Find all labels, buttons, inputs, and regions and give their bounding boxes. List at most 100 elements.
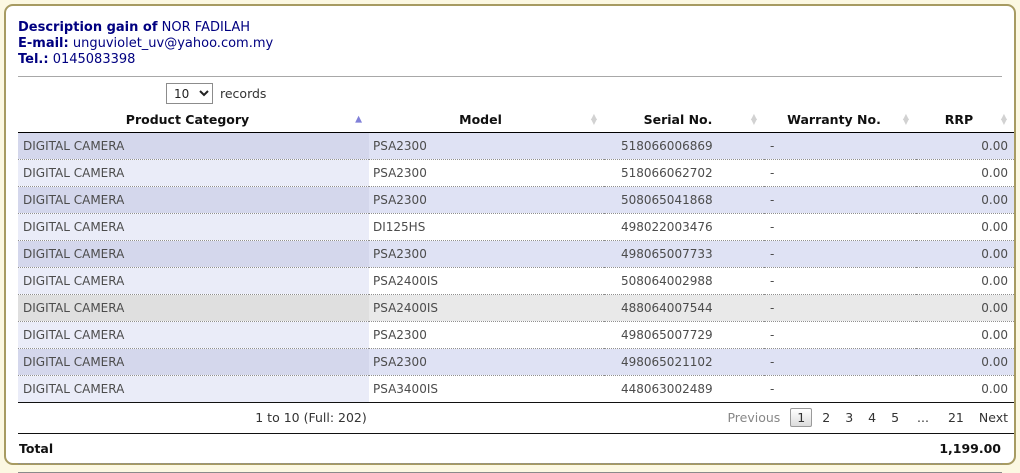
pagination-cell: Previous 1 2 3 4 5... 21 Next: [604, 402, 1014, 434]
description-line: Description gain of NOR FADILAH: [18, 20, 1006, 36]
email-label: E-mail:: [18, 36, 69, 51]
email-value: unguviolet_uv@yahoo.com.my: [72, 36, 274, 51]
pagination: Previous 1 2 3 4 5... 21 Next: [717, 408, 1013, 427]
sort-both-icon: ▲ ▼: [590, 112, 597, 126]
rrp-cell: 0.00: [916, 213, 1014, 241]
warranty-cell: -: [764, 159, 916, 187]
warranty-cell: -: [764, 375, 916, 403]
tel-value: 0145083398: [52, 52, 136, 67]
warranty-cell: -: [764, 294, 916, 322]
rrp-cell: 0.00: [916, 132, 1014, 160]
column-label: Model: [459, 112, 502, 127]
records-label: records: [220, 86, 267, 101]
column-header-model[interactable]: Model ▲ ▼: [369, 108, 604, 133]
report-panel: Description gain of NOR FADILAH E-mail: …: [4, 4, 1016, 473]
sort-both-icon: ▲ ▼: [750, 112, 757, 126]
rrp-cell: 0.00: [916, 267, 1014, 295]
category-cell: DIGITAL CAMERA: [18, 132, 369, 160]
table-row: DIGITAL CAMERA PSA2300 498065007729-0.00: [18, 321, 1014, 349]
warranty-cell: -: [764, 240, 916, 268]
total-label: Total: [19, 441, 54, 456]
total-value: 1,199.00: [939, 441, 1001, 456]
pagination-info: 1 to 10 (Full: 202): [18, 402, 604, 434]
description-label: Description gain of: [18, 20, 158, 35]
column-header-warranty-no[interactable]: Warranty No. ▲ ▼: [764, 108, 916, 133]
table-row: DIGITAL CAMERA PSA2400IS 488064007544-0.00: [18, 294, 1014, 322]
page-button-21[interactable]: 21: [943, 409, 969, 426]
rrp-cell: 0.00: [916, 159, 1014, 187]
category-cell: DIGITAL CAMERA: [18, 267, 369, 295]
model-cell: PSA2400IS: [369, 267, 604, 295]
serial-cell: 518066062702: [604, 159, 764, 187]
warranty-cell: -: [764, 213, 916, 241]
serial-cell: 498065007729: [604, 321, 764, 349]
records-table: Product Category ▲ Model ▲ ▼ Serial No. ▲ ▼ Warr…: [18, 108, 1014, 434]
sort-both-icon: ▲ ▼: [902, 112, 909, 126]
warranty-cell: -: [764, 348, 916, 376]
total-row: Total 1,199.00: [18, 434, 1002, 464]
tel-label: Tel.:: [18, 52, 49, 67]
page-button-1[interactable]: 1: [790, 408, 813, 427]
email-line: E-mail: unguviolet_uv@yahoo.com.my: [18, 36, 1006, 52]
customer-name: NOR FADILAH: [161, 20, 251, 35]
column-label: Product Category: [125, 112, 250, 127]
warranty-cell: -: [764, 186, 916, 214]
previous-page-button[interactable]: Previous: [722, 409, 785, 426]
category-cell: DIGITAL CAMERA: [18, 159, 369, 187]
contact-info: Description gain of NOR FADILAH E-mail: …: [18, 20, 1006, 68]
model-cell: PSA2300: [369, 321, 604, 349]
model-cell: DI125HS: [369, 213, 604, 241]
model-cell: PSA2300: [369, 240, 604, 268]
table-row: DIGITAL CAMERA PSA2300 518066006869-0.00: [18, 132, 1014, 160]
rrp-cell: 0.00: [916, 321, 1014, 349]
table-row: DIGITAL CAMERA PSA3400IS 448063002489-0.00: [18, 375, 1014, 403]
rrp-cell: 0.00: [916, 186, 1014, 214]
column-label: Serial No.: [643, 112, 713, 127]
serial-cell: 508064002988: [604, 267, 764, 295]
warranty-cell: -: [764, 267, 916, 295]
page-button-5[interactable]: 5: [886, 409, 904, 426]
model-cell: PSA2400IS: [369, 294, 604, 322]
page-button-4[interactable]: 4: [863, 409, 881, 426]
table-row: DIGITAL CAMERA PSA2300 508065041868-0.00: [18, 186, 1014, 214]
warranty-cell: -: [764, 132, 916, 160]
category-cell: DIGITAL CAMERA: [18, 186, 369, 214]
pagination-ellipsis: ...: [917, 410, 929, 425]
table-row: DIGITAL CAMERA PSA2400IS 508064002988-0.00: [18, 267, 1014, 295]
serial-cell: 488064007544: [604, 294, 764, 322]
serial-cell: 498065021102: [604, 348, 764, 376]
table-header: Product Category ▲ Model ▲ ▼ Serial No. ▲ ▼ Warr…: [18, 108, 1014, 133]
rrp-cell: 0.00: [916, 348, 1014, 376]
model-cell: PSA3400IS: [369, 375, 604, 403]
rrp-cell: 0.00: [916, 375, 1014, 403]
serial-cell: 498022003476: [604, 213, 764, 241]
header-row: Product Category ▲ Model ▲ ▼ Serial No. ▲ ▼ Warr…: [18, 108, 1014, 133]
table-row: DIGITAL CAMERA PSA2300 498065021102-0.00: [18, 348, 1014, 376]
category-cell: DIGITAL CAMERA: [18, 375, 369, 403]
rrp-cell: 0.00: [916, 294, 1014, 322]
model-cell: PSA2300: [369, 186, 604, 214]
table-row: DIGITAL CAMERA PSA2300 498065007733-0.00: [18, 240, 1014, 268]
model-cell: PSA2300: [369, 132, 604, 160]
model-cell: PSA2300: [369, 159, 604, 187]
column-header-rrp[interactable]: RRP ▲ ▼: [916, 108, 1014, 133]
column-header-serial-no[interactable]: Serial No. ▲ ▼: [604, 108, 764, 133]
table-row: DIGITAL CAMERA DI125HS 498022003476-0.00: [18, 213, 1014, 241]
serial-cell: 448063002489: [604, 375, 764, 403]
next-page-button[interactable]: Next: [974, 409, 1013, 426]
model-cell: PSA2300: [369, 348, 604, 376]
column-label: Warranty No.: [787, 112, 881, 127]
length-control: 10 records: [166, 82, 1006, 105]
top-divider: [18, 76, 1002, 77]
table-footer: 1 to 10 (Full: 202) Previous 1 2 3 4 5... 21 Ne…: [18, 402, 1014, 434]
serial-cell: 518066006869: [604, 132, 764, 160]
page-button-2[interactable]: 2: [817, 409, 835, 426]
tel-line: Tel.: 0145083398: [18, 52, 1006, 68]
page-button-3[interactable]: 3: [840, 409, 858, 426]
category-cell: DIGITAL CAMERA: [18, 294, 369, 322]
sort-ascending-icon: ▲: [355, 114, 362, 125]
category-cell: DIGITAL CAMERA: [18, 321, 369, 349]
column-header-product-category[interactable]: Product Category ▲: [18, 108, 369, 133]
rrp-cell: 0.00: [916, 240, 1014, 268]
records-per-page-select[interactable]: 10: [166, 83, 213, 104]
